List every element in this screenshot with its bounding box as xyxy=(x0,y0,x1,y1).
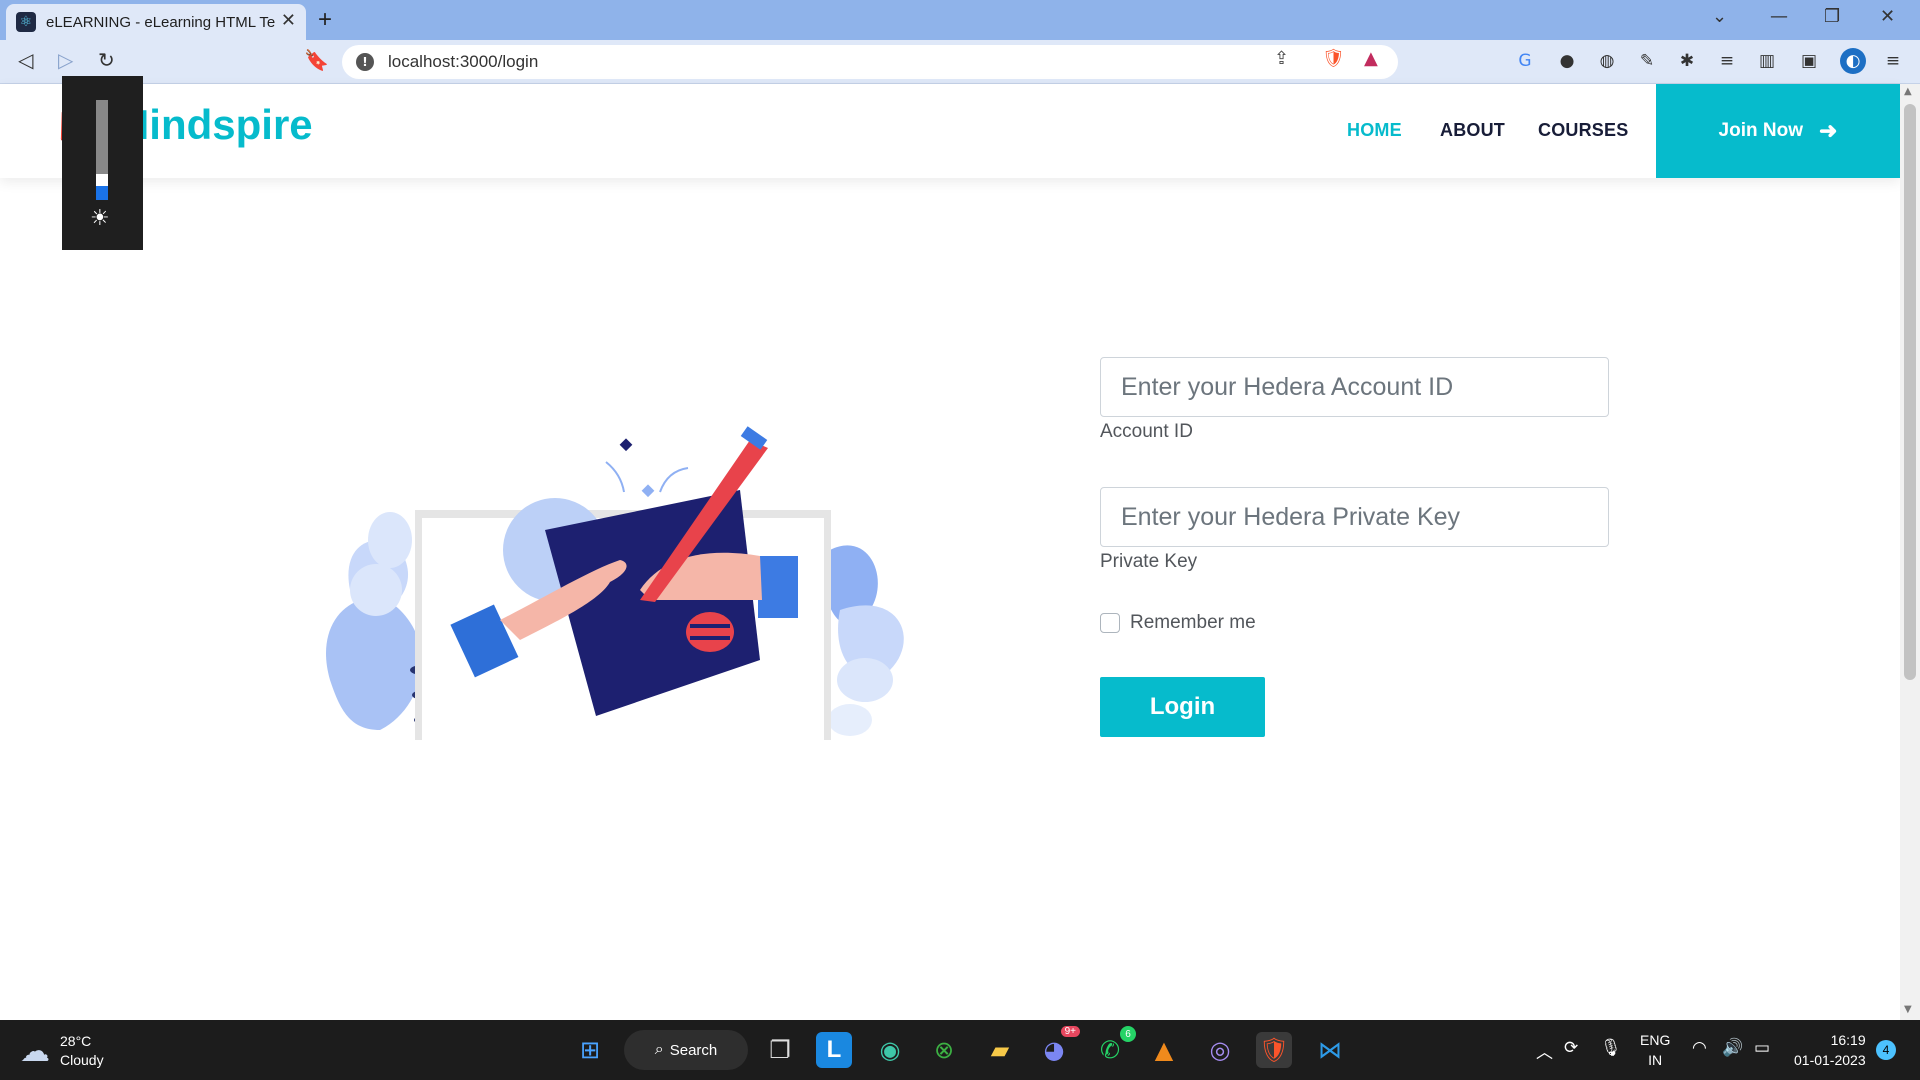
private-key-input[interactable] xyxy=(1100,487,1609,547)
taskbar-search[interactable]: ⌕ Search xyxy=(624,1030,748,1070)
windows-taskbar: ☁ 28°C Cloudy ⊞ ⌕ Search ❐ L ◉ ⊗ ▰ ◕ 9+ ✆… xyxy=(0,1020,1920,1080)
account-id-label: Account ID xyxy=(1100,421,1193,442)
close-tab-icon[interactable]: ✕ xyxy=(281,10,296,31)
language-indicator[interactable]: ENG IN xyxy=(1640,1030,1670,1070)
whatsapp-badge: 6 xyxy=(1120,1026,1136,1042)
tab-title: eLEARNING - eLearning HTML Te xyxy=(46,13,276,31)
battery-icon[interactable]: ▭ xyxy=(1754,1038,1770,1058)
extensions-puzzle-icon[interactable]: ✱ xyxy=(1676,50,1698,72)
language-code: ENG xyxy=(1640,1032,1671,1048)
remember-me-label: Remember me xyxy=(1130,612,1256,633)
system-clock[interactable]: 16:19 01-01-2023 xyxy=(1794,1030,1866,1070)
remember-me[interactable]: Remember me xyxy=(1100,612,1256,634)
edge-icon[interactable]: ◉ xyxy=(872,1032,908,1068)
discord-badge: 9+ xyxy=(1060,1026,1080,1037)
back-icon[interactable]: ◁ xyxy=(18,48,33,72)
search-label: Search xyxy=(669,1041,718,1059)
start-windows-icon[interactable]: ⊞ xyxy=(572,1032,608,1068)
address-bar[interactable]: ! localhost:3000/login xyxy=(342,45,1398,79)
brand-name: Mindspire xyxy=(114,101,313,148)
join-now-label: Join Now xyxy=(1718,120,1803,141)
weather-widget[interactable]: ☁ 28°C Cloudy xyxy=(20,1032,104,1070)
restore-button[interactable]: ❐ xyxy=(1824,6,1840,27)
browser-toolbar: ◁ ▷ ↻ 🔖 ! localhost:3000/login ⇪ 🛡 ▲ G ●… xyxy=(0,40,1920,84)
account-id-input[interactable] xyxy=(1100,357,1609,417)
new-tab-button[interactable]: + xyxy=(318,6,332,34)
brightness-sun-icon: ☀ xyxy=(90,206,110,231)
minimize-button[interactable]: — xyxy=(1770,6,1788,27)
task-view-icon[interactable]: ❐ xyxy=(762,1032,798,1068)
whatsapp-icon[interactable]: ✆ 6 xyxy=(1092,1026,1136,1068)
site-info-icon[interactable]: ! xyxy=(356,53,374,71)
sync-icon[interactable]: ⟳ xyxy=(1564,1038,1578,1058)
sidebar-icon[interactable]: ▥ xyxy=(1756,50,1778,72)
browser-tab[interactable]: ⚛ eLEARNING - eLearning HTML Te ✕ xyxy=(6,4,306,40)
profile-avatar[interactable]: ◐ xyxy=(1840,48,1866,74)
clock-time: 16:19 xyxy=(1830,1032,1866,1048)
translate-icon[interactable]: G xyxy=(1514,50,1536,72)
clock-date: 01-01-2023 xyxy=(1794,1052,1866,1068)
plant-right xyxy=(825,545,904,736)
language-region: IN xyxy=(1648,1052,1663,1068)
cloud-icon: ☁ xyxy=(20,1033,50,1069)
microphone-icon[interactable]: 🎙 xyxy=(1600,1038,1622,1058)
app-l-icon[interactable]: L xyxy=(816,1032,852,1068)
vlc-icon[interactable]: ▲ xyxy=(1146,1032,1182,1068)
discord-icon[interactable]: ◕ 9+ xyxy=(1036,1026,1080,1068)
search-icon: ⌕ xyxy=(654,1041,664,1058)
arrow-right-icon: ➜ xyxy=(1819,118,1838,143)
incognito-extension-icon[interactable]: ● xyxy=(1556,50,1578,72)
tab-search-chevron-icon[interactable]: ⌄ xyxy=(1712,6,1727,27)
login-button[interactable]: Login xyxy=(1100,677,1265,737)
wifi-icon[interactable]: ◠ xyxy=(1692,1038,1707,1058)
file-explorer-icon[interactable]: ▰ xyxy=(982,1032,1018,1068)
volume-icon[interactable]: 🔊 xyxy=(1722,1038,1743,1058)
close-window-button[interactable]: ✕ xyxy=(1880,6,1895,27)
media-queue-icon[interactable]: ≡ xyxy=(1716,50,1738,72)
show-hidden-icons-icon[interactable]: ︿ xyxy=(1536,1038,1553,1063)
extension-globe-icon[interactable]: ◍ xyxy=(1596,50,1618,72)
browser-menu-icon[interactable]: ≡ xyxy=(1882,50,1904,72)
nav-home[interactable]: HOME xyxy=(1347,120,1402,141)
brave-taskbar-icon[interactable]: 🛡 xyxy=(1256,1032,1292,1068)
join-now-button[interactable]: Join Now ➜ xyxy=(1656,84,1900,178)
reload-icon[interactable]: ↻ xyxy=(98,48,115,72)
brave-rewards-icon[interactable]: ▲ xyxy=(1364,48,1378,69)
site-navbar: 📖 Mindspire HOME ABOUT COURSES Join Now … xyxy=(0,84,1900,178)
scroll-down-icon[interactable]: ▼ xyxy=(1904,1004,1912,1015)
nav-courses[interactable]: COURSES xyxy=(1538,120,1628,141)
xbox-icon[interactable]: ⊗ xyxy=(926,1032,962,1068)
web-page: 📖 Mindspire HOME ABOUT COURSES Join Now … xyxy=(0,76,1900,1020)
brave-shields-icon[interactable]: 🛡 xyxy=(1322,48,1345,69)
notification-badge[interactable]: 4 xyxy=(1876,1040,1896,1060)
brightness-fill xyxy=(96,186,108,200)
brightness-overlay: ☀ xyxy=(62,76,143,250)
remember-me-checkbox[interactable] xyxy=(1100,613,1120,633)
scrollbar-thumb[interactable] xyxy=(1904,104,1916,680)
brightness-slider-knob[interactable] xyxy=(96,174,108,186)
page-scrollbar[interactable]: ▲ ▼ xyxy=(1900,84,1920,1020)
browser-tab-bar: ⚛ eLEARNING - eLearning HTML Te ✕ + ⌄ — … xyxy=(0,0,1920,40)
share-icon[interactable]: ⇪ xyxy=(1274,48,1289,69)
decor-shapes xyxy=(605,438,689,498)
private-key-label: Private Key xyxy=(1100,551,1198,572)
vscode-icon[interactable]: ⋈ xyxy=(1312,1032,1348,1068)
weather-condition: Cloudy xyxy=(60,1052,104,1068)
forward-icon[interactable]: ▷ xyxy=(58,48,73,72)
scroll-up-icon[interactable]: ▲ xyxy=(1904,86,1912,97)
login-illustration xyxy=(326,426,904,740)
nav-about[interactable]: ABOUT xyxy=(1440,120,1505,141)
temperature: 28°C xyxy=(60,1033,92,1049)
extension-leaf-icon[interactable]: ✎ xyxy=(1636,50,1658,72)
wallet-icon[interactable]: ▣ xyxy=(1798,50,1820,72)
react-favicon-icon: ⚛ xyxy=(16,12,36,32)
bookmark-icon[interactable]: 🔖 xyxy=(304,48,329,72)
github-icon[interactable]: ◎ xyxy=(1202,1032,1238,1068)
url-text: localhost:3000/login xyxy=(388,52,539,71)
